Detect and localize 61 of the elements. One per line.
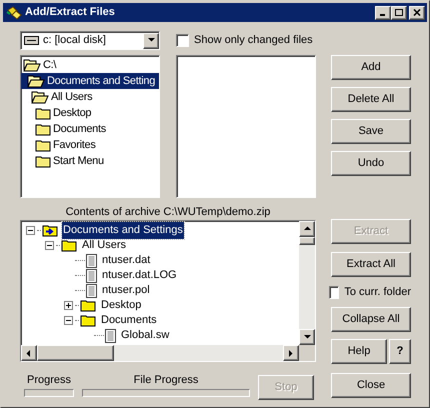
expand-icon[interactable] bbox=[64, 301, 73, 310]
file-progress-label: File Progress bbox=[132, 373, 200, 388]
close-icon bbox=[413, 9, 421, 16]
to-current-folder-checkbox[interactable]: To curr. folder bbox=[329, 284, 411, 300]
help-button[interactable]: Help bbox=[331, 339, 387, 364]
scroll-up-icon[interactable] bbox=[299, 221, 315, 237]
action-button[interactable]: Delete All bbox=[331, 87, 411, 112]
archive-tree-item[interactable]: ntuser.pol bbox=[101, 282, 151, 299]
open-folder-icon bbox=[23, 58, 41, 72]
archive-tree-item[interactable]: Global.sw bbox=[120, 327, 170, 344]
folder-tree-item[interactable]: Documents and Setting bbox=[21, 73, 159, 89]
folder-icon bbox=[80, 299, 96, 312]
horizontal-scrollbar[interactable] bbox=[21, 345, 299, 361]
archive-tree-item[interactable]: ntuser.dat bbox=[101, 252, 152, 269]
app-icon bbox=[6, 6, 22, 20]
folder-icon bbox=[35, 106, 51, 120]
archive-tree-item[interactable]: Desktop bbox=[100, 297, 142, 314]
collapse-icon[interactable] bbox=[26, 226, 35, 235]
show-changed-checkbox[interactable]: Show only changed files bbox=[176, 32, 313, 49]
vertical-scrollbar[interactable] bbox=[299, 221, 315, 345]
folder-tree-item[interactable]: Desktop bbox=[21, 105, 159, 121]
folder-tree-item[interactable]: C:\ bbox=[21, 57, 159, 73]
collapse-all-button[interactable]: Collapse All bbox=[331, 307, 411, 332]
open-folder-icon bbox=[31, 90, 49, 104]
minimize-button[interactable] bbox=[375, 6, 391, 20]
collapse-icon[interactable] bbox=[64, 316, 73, 325]
drive-icon bbox=[24, 36, 39, 45]
archive-tree-item[interactable]: All Users bbox=[81, 237, 128, 254]
folder-icon bbox=[35, 154, 51, 168]
action-button[interactable]: Save bbox=[331, 119, 411, 144]
folder-arrow-icon bbox=[42, 224, 58, 237]
archive-tree-item[interactable]: Documents bbox=[100, 312, 158, 329]
window-title: Add/Extract Files bbox=[25, 5, 115, 20]
scroll-thumb[interactable] bbox=[299, 237, 315, 245]
extract-all-button[interactable]: Extract All bbox=[331, 252, 411, 277]
folder-tree-item[interactable]: Favorites bbox=[21, 137, 159, 153]
scrollbar-corner bbox=[299, 345, 315, 361]
close-button[interactable]: Close bbox=[331, 372, 411, 398]
scroll-left-icon[interactable] bbox=[21, 345, 37, 361]
archive-label: Contents of archive C:\WUTemp\demo.zip bbox=[64, 205, 272, 220]
folder-tree-item[interactable]: All Users bbox=[21, 89, 159, 105]
scroll-down-icon[interactable] bbox=[299, 329, 315, 345]
close-button[interactable] bbox=[409, 6, 425, 20]
scroll-thumb[interactable] bbox=[37, 345, 114, 361]
action-button[interactable]: Undo bbox=[331, 151, 411, 176]
action-button[interactable]: Add bbox=[331, 55, 411, 80]
question-button[interactable]: ? bbox=[389, 339, 411, 364]
archive-tree-item[interactable]: ntuser.dat.LOG bbox=[101, 267, 178, 284]
open-folder-icon bbox=[27, 74, 45, 88]
drive-dropdown[interactable]: c: [local disk] bbox=[20, 31, 160, 50]
collapse-icon[interactable] bbox=[45, 241, 54, 250]
scroll-right-icon[interactable] bbox=[283, 345, 299, 361]
progress-label: Progress bbox=[26, 373, 72, 388]
folder-icon bbox=[35, 138, 51, 152]
maximize-button[interactable] bbox=[391, 6, 407, 20]
maximize-icon bbox=[395, 9, 403, 16]
folder-icon bbox=[35, 122, 51, 136]
folder-tree-item[interactable]: Start Menu bbox=[21, 153, 159, 169]
archive-tree-item[interactable]: Documents and Settings bbox=[62, 222, 184, 239]
folder-icon bbox=[80, 314, 96, 327]
folder-tree-item[interactable]: Documents bbox=[21, 121, 159, 137]
